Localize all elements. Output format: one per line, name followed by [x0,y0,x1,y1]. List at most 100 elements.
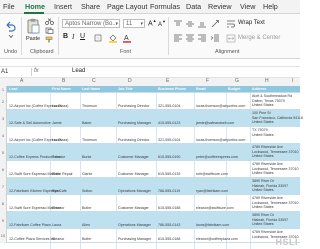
row-header[interactable]: 3 [0,110,7,127]
row-header[interactable]: 9 [0,212,7,229]
orientation-icon[interactable] [210,19,220,28]
cell-first-name[interactable]: Ruth [52,172,60,176]
row-header[interactable]: 7 [0,178,7,195]
merge-center-icon[interactable] [226,34,236,43]
cell-email[interactable]: peter@coffeeexpress.com [196,155,238,159]
cell-first-name[interactable]: Jamie [52,121,62,125]
cell-job-title[interactable]: Purchasing Manager [118,121,151,125]
cell-address-line[interactable]: Lockwood, Tennessee 37010 [252,150,299,154]
cell-job-title[interactable]: Operations Manager [118,223,151,227]
cell-address-line[interactable]: 3890 River Dr [252,179,274,183]
cell-address-line[interactable]: United States [252,205,274,209]
menu-formulas[interactable]: Formulas [150,2,180,11]
cell-business-phone[interactable]: 786-555-0143 [158,223,180,227]
cut-icon[interactable] [45,18,54,25]
cell-email[interactable]: jamie@safeandsell.com [196,121,234,125]
column-header[interactable]: E [166,78,169,84]
cell-business-phone[interactable]: 321-555-0104 [158,104,180,108]
cell-first-name[interactable]: Lucas [52,104,62,108]
format-painter-icon[interactable] [45,36,54,43]
column-header[interactable]: C [92,78,96,84]
cell-address-line[interactable]: Hialeah, Florida 33097 [252,218,288,222]
header-first-name[interactable]: First Name [52,87,71,91]
align-right-icon[interactable] [197,34,207,42]
cell-last-name[interactable]: Thomson [82,104,97,108]
row-header[interactable]: 10 [0,229,7,243]
cell-address-line[interactable]: San Francisco, California 94118 [252,116,303,120]
cell-job-title[interactable]: Operations Manager [118,189,151,193]
font-color-icon[interactable]: A [122,33,132,43]
column-header[interactable]: H [265,78,269,84]
paste-icon[interactable] [26,18,40,34]
cell-last-name[interactable]: Clarke [82,172,92,176]
cell-job-title[interactable]: Purchasing Manager [118,237,151,241]
header-business-phone[interactable]: Business Phone [158,87,186,91]
cell-address-line[interactable]: Dalton, Texas 75079 [252,99,285,103]
cell-business-phone[interactable]: 415-555-0123 [158,121,180,125]
header-budget[interactable]: Budget [228,87,240,91]
cell-address-line[interactable]: Hialeah, Florida 33097 [252,184,288,188]
column-header[interactable]: I [292,78,293,84]
cell-address-line[interactable]: 3890 River Dr [252,213,274,217]
cell-last-name[interactable]: Butler [82,206,91,210]
cell-job-title[interactable]: Customer Manager [118,172,149,176]
cell-job-title[interactable]: Purchasing Director [118,138,150,142]
bold-button[interactable]: B [63,33,68,40]
undo-icon[interactable] [4,20,16,32]
cell-lead[interactable]: 12-Coffee Plaza Services Inc [9,237,55,241]
fx-icon[interactable]: fx [34,68,39,74]
cell-address-line[interactable]: Lockwood, Tennessee 37010 [252,167,299,171]
decrease-font-icon[interactable]: A▼ [158,19,166,28]
font-name-combo[interactable]: Aptos Narrow (Bo... ▾ [62,19,120,28]
column-header[interactable]: D [128,78,132,84]
increase-font-icon[interactable]: A▲ [148,18,157,27]
fill-color-icon[interactable] [108,33,118,43]
row-header[interactable]: 6 [0,161,7,178]
name-box[interactable]: A1 [1,68,32,76]
cell-last-name[interactable]: Allen [82,223,90,227]
cell-job-title[interactable]: Purchasing Director [118,104,150,108]
paste-button[interactable]: Paste [26,36,40,42]
cell-last-name[interactable]: Baker [82,121,91,125]
menu-insert[interactable]: Insert [54,2,72,11]
menu-view[interactable]: View [240,2,255,11]
copy-icon[interactable] [45,27,54,34]
row-header[interactable]: 2 [0,93,7,110]
cell-address-line[interactable]: 4789 Riverside Ave [252,230,283,234]
cell-last-name[interactable]: Burke [82,155,91,159]
header-email[interactable]: Email [196,87,206,91]
cell-lead[interactable]: 12-Fabrikam Coffee Plaza [9,223,51,227]
row-header[interactable]: 5 [0,144,7,161]
chevron-down-icon[interactable]: ▾ [115,20,118,27]
cell-first-name[interactable]: Eleanor [52,206,64,210]
borders-icon[interactable] [94,34,102,42]
menu-home[interactable]: Home [25,2,45,11]
cell-address-line[interactable]: 4789 Riverside Ave [252,196,283,200]
cell-address-line[interactable]: Aloft & Southmeadow Rd [252,94,292,98]
cell-first-name[interactable]: Ryan [52,189,60,193]
column-header[interactable]: F [206,78,209,84]
column-header[interactable]: A [20,78,23,84]
header-lead[interactable]: Lead [9,87,17,91]
indent-icon[interactable] [210,34,220,42]
chevron-down-icon[interactable] [8,34,14,39]
cell-job-title[interactable]: Customer Manager [118,206,149,210]
align-left-icon[interactable] [173,34,183,42]
menu-data[interactable]: Data [186,2,201,11]
underline-button[interactable]: U [80,33,85,40]
cell-email[interactable]: laura@fabrikam.com [196,223,229,227]
formula-input[interactable]: Lead [72,68,85,74]
cell-address-line[interactable]: 4789 Riverside Ave [252,162,283,166]
cell-address-line[interactable]: United States [252,222,274,226]
align-top-icon[interactable] [173,20,183,28]
cell-address-line[interactable]: United States [252,133,274,137]
cell-business-phone[interactable]: 615-555-0188 [158,206,180,210]
cell-first-name[interactable]: Lucas [52,138,62,142]
header-address[interactable]: Address [252,87,266,91]
cell-last-name[interactable]: Sutton [82,189,92,193]
row-header[interactable]: 8 [0,195,7,212]
font-size-combo[interactable]: 11 ▾ [123,19,145,28]
column-header[interactable]: B [62,78,65,84]
column-header[interactable]: G [235,78,239,84]
cell-lead[interactable]: 12-Safe & Sell Automotive [9,121,51,125]
